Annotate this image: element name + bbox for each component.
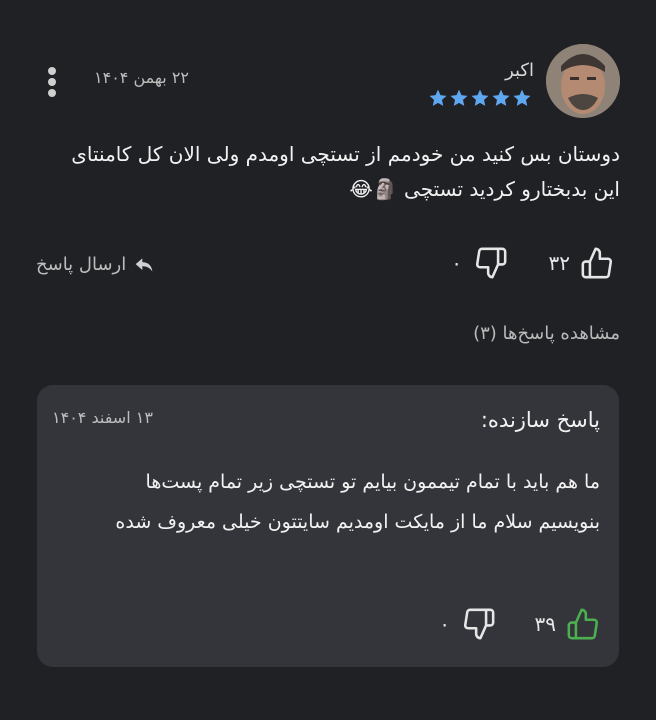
view-replies-link[interactable]: مشاهده پاسخ‌ها (۳) — [473, 323, 620, 344]
star-icon — [513, 89, 531, 106]
developer-reply-title: پاسخ سازنده: — [480, 408, 600, 432]
like-button[interactable]: ۳۲ — [549, 246, 614, 280]
like-count: ۳۲ — [548, 251, 570, 275]
star-icon — [450, 89, 468, 106]
star-icon — [429, 89, 447, 106]
rating-stars — [428, 88, 532, 108]
star-icon — [471, 89, 489, 106]
username: اکبر — [505, 60, 534, 81]
developer-reply-text: ما هم باید با تمام تیممون بیایم تو تستچی… — [115, 471, 600, 533]
send-reply-button[interactable]: ارسال پاسخ — [36, 254, 154, 275]
developer-reply-dislike-button[interactable]: ۰ — [439, 607, 496, 641]
comment-date: ۲۲ بهمن ۱۴۰۴ — [94, 68, 189, 87]
dislike-count: ۰ — [451, 251, 462, 275]
avatar[interactable] — [546, 44, 620, 118]
reply-arrow-icon — [135, 257, 153, 272]
developer-reply-date: ۱۳ اسفند ۱۴۰۴ — [52, 408, 153, 427]
developer-reply-dislike-count: ۰ — [439, 612, 450, 636]
send-reply-label: ارسال پاسخ — [36, 254, 127, 275]
comment-text: دوستان بس کنید من خودمم از تستچی اومدم و… — [71, 142, 620, 201]
thumbs-up-icon — [567, 608, 599, 640]
thumbs-down-icon — [475, 247, 507, 279]
developer-reply-like-button[interactable]: ۳۹ — [535, 607, 600, 641]
thumbs-down-icon — [463, 608, 495, 640]
thumbs-up-icon — [581, 247, 613, 279]
dislike-button[interactable]: ۰ — [451, 246, 508, 280]
star-icon — [492, 89, 510, 106]
developer-reply-like-count: ۳۹ — [534, 612, 556, 636]
more-options-icon[interactable] — [45, 64, 59, 100]
